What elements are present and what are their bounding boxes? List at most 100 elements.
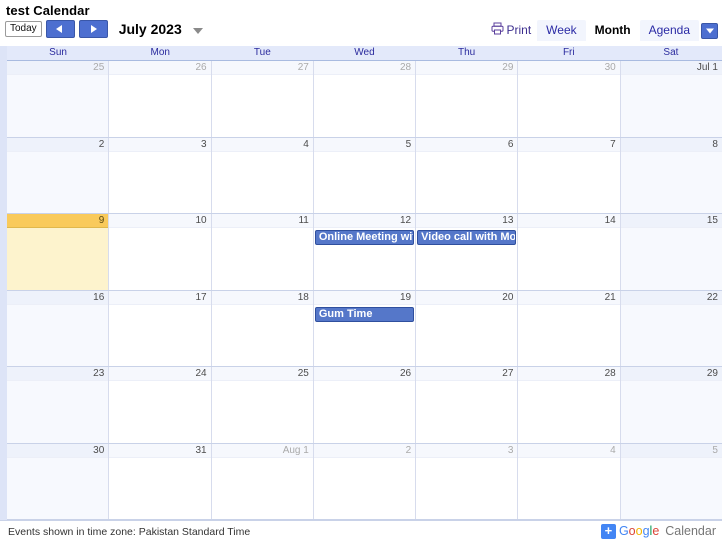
day-cell[interactable]: 31	[109, 443, 212, 520]
day-cell[interactable]: 11	[211, 214, 314, 290]
day-cell[interactable]: 5	[313, 137, 417, 213]
day-cell[interactable]: 2	[313, 443, 417, 520]
day-events	[416, 305, 517, 367]
day-of-week-header: Sun Mon Tue Wed Thu Fri Sat	[7, 46, 722, 61]
day-cell[interactable]: 30	[518, 61, 621, 137]
day-cell[interactable]: 30	[7, 443, 110, 520]
day-number: 4	[211, 137, 313, 152]
print-button[interactable]: Print	[489, 20, 537, 40]
day-cell[interactable]: 22	[620, 290, 722, 366]
day-number: 2	[313, 443, 416, 458]
tab-agenda[interactable]: Agenda	[639, 20, 699, 41]
day-cell[interactable]: 23	[7, 367, 110, 443]
day-events	[416, 152, 517, 214]
day-cell[interactable]: 19 Gum Time	[313, 290, 417, 366]
day-events	[109, 152, 210, 214]
day-cell[interactable]: 18	[211, 290, 314, 366]
chevron-down-icon[interactable]	[192, 28, 203, 34]
day-cell[interactable]: 27	[211, 61, 314, 137]
day-events	[109, 228, 210, 290]
calendar-event[interactable]: Online Meeting wit	[314, 230, 415, 245]
day-number: 14	[518, 214, 620, 228]
day-cell[interactable]: 4	[211, 137, 314, 213]
day-cell[interactable]: 5	[620, 443, 722, 519]
day-cell[interactable]: 29	[620, 367, 722, 443]
day-events	[7, 152, 108, 214]
day-cell[interactable]: 17	[109, 290, 212, 366]
day-number: 11	[211, 214, 313, 228]
previous-period-button[interactable]	[45, 20, 75, 38]
calendar-event[interactable]: Gum Time	[314, 306, 415, 322]
calendar-wordmark: Calendar	[665, 524, 716, 538]
day-cell[interactable]: 12 Online Meeting wit	[313, 214, 417, 290]
day-cell[interactable]: 26	[313, 367, 417, 443]
day-events	[212, 458, 313, 520]
day-events	[621, 381, 722, 443]
day-number: 3	[109, 137, 211, 152]
day-cell[interactable]: 26	[109, 61, 212, 137]
day-cell[interactable]: Aug 1	[211, 443, 314, 520]
day-number: 25	[211, 367, 313, 381]
day-number: 23	[7, 367, 109, 381]
day-number: 28	[518, 367, 620, 381]
day-cell[interactable]: 7	[518, 137, 621, 213]
day-events	[109, 458, 210, 520]
day-events: Video call with Mor	[416, 228, 517, 290]
day-number: Aug 1	[211, 443, 313, 458]
day-number: 7	[518, 137, 620, 152]
day-number: Jul 1	[620, 61, 722, 75]
today-button[interactable]: Today	[5, 21, 42, 37]
tab-week[interactable]: Week	[537, 20, 586, 41]
day-number: 24	[109, 367, 211, 381]
day-cell[interactable]: 10	[109, 214, 212, 290]
day-number: 28	[313, 61, 416, 75]
day-number: 26	[313, 367, 416, 381]
day-events	[314, 458, 415, 520]
day-number: 9	[7, 214, 109, 228]
day-number: 2	[7, 137, 109, 152]
day-number: 17	[109, 290, 211, 305]
day-number: 6	[416, 137, 518, 152]
day-cell[interactable]: 27	[416, 367, 519, 443]
tab-month[interactable]: Month	[585, 20, 640, 41]
day-number: 25	[7, 61, 109, 75]
day-events	[7, 458, 108, 520]
google-letter: o	[628, 524, 636, 538]
day-cell[interactable]: 6	[416, 137, 519, 214]
day-cell[interactable]: 21	[518, 290, 621, 367]
day-number: 21	[518, 290, 620, 305]
google-calendar-logo[interactable]: + Google Calendar	[600, 524, 716, 539]
calendar-event[interactable]: Video call with Mor	[417, 230, 517, 245]
day-cell[interactable]: Jul 1	[620, 61, 722, 137]
day-cell[interactable]: 14	[518, 214, 621, 290]
day-cell[interactable]: 24	[109, 367, 212, 443]
toolbar: Today July 2023 Print Week Month Agenda	[0, 20, 722, 42]
day-cell[interactable]: 4	[518, 443, 621, 519]
toolbar-left-group: Today July 2023	[5, 20, 203, 38]
next-period-button[interactable]	[78, 20, 108, 38]
day-cell[interactable]: 2	[7, 137, 110, 214]
day-cell[interactable]: 16	[7, 290, 110, 366]
day-cell[interactable]: 13 Video call with Mor	[416, 214, 519, 290]
day-cell[interactable]: 3	[109, 137, 212, 214]
day-number: 30	[7, 443, 109, 458]
day-cell[interactable]: 28	[518, 367, 621, 443]
day-number: 16	[7, 290, 109, 305]
day-events	[621, 75, 722, 137]
day-number: 8	[620, 137, 722, 152]
day-cell[interactable]: 9	[7, 214, 110, 290]
day-cell[interactable]: 28	[313, 61, 417, 137]
day-cell[interactable]: 15	[620, 214, 722, 290]
day-cell[interactable]: 29	[416, 61, 519, 137]
view-options-dropdown-button[interactable]	[701, 23, 718, 39]
day-cell[interactable]: 25	[211, 367, 314, 443]
day-cell[interactable]: 25	[7, 61, 110, 137]
day-number: 22	[620, 290, 722, 305]
day-of-week-sun: Sun	[49, 47, 67, 58]
day-cell[interactable]: 8	[620, 137, 722, 213]
day-cell[interactable]: 3	[416, 443, 519, 519]
day-of-week-sat: Sat	[663, 47, 679, 58]
day-events	[518, 305, 619, 367]
day-cell[interactable]: 20	[416, 290, 519, 367]
plus-icon: +	[600, 524, 616, 539]
